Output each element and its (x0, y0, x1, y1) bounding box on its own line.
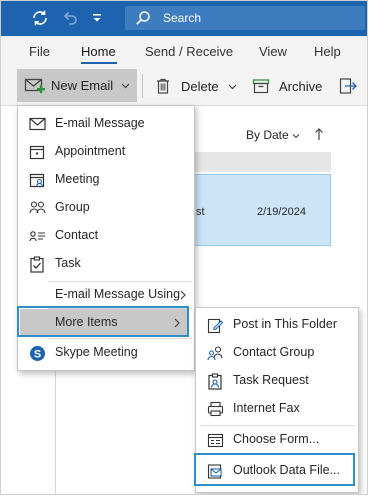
post-icon (206, 316, 224, 334)
group-icon (28, 199, 46, 217)
ribbon-tabs: File Home Send / Receive View Help (1, 36, 367, 67)
menu-item-label: Task (55, 256, 81, 270)
menu-item-contact-group[interactable]: Contact Group (196, 339, 358, 367)
menu-item-label: Internet Fax (233, 401, 300, 415)
menu-item-internet-fax[interactable]: Internet Fax (196, 395, 358, 423)
menu-item-post-in-folder[interactable]: Post in This Folder (196, 311, 358, 339)
contact-group-icon (206, 344, 224, 362)
new-email-label: New Email (51, 78, 114, 93)
mail-subject-fragment: st (196, 206, 205, 218)
menu-item-label: Contact (55, 228, 99, 242)
sort-by-date-button[interactable]: By Date (246, 128, 289, 142)
trash-icon (154, 77, 172, 95)
active-tab-indicator (81, 62, 117, 64)
archive-icon (252, 77, 270, 95)
menu-item-group[interactable]: Group (18, 194, 194, 222)
menu-item-label: Meeting (55, 172, 100, 186)
skype-icon: S (28, 344, 46, 362)
calendar-icon (28, 143, 46, 161)
meeting-icon (28, 171, 46, 189)
contact-card-icon (28, 227, 46, 245)
more-items-highlight (17, 306, 189, 337)
menu-item-label: Choose Form... (233, 432, 320, 446)
menu-item-label: E-mail Message Using (55, 287, 181, 301)
delete-label: Delete (181, 78, 219, 94)
title-bar: Search (1, 1, 367, 36)
menu-item-task[interactable]: Task (18, 250, 194, 278)
outlook-window: Search File Home Send / Receive View Hel… (0, 0, 368, 495)
mail-list-item[interactable]: st 2/19/2024 (191, 174, 331, 246)
archive-label: Archive (279, 78, 323, 94)
chevron-down-icon (228, 82, 237, 91)
menu-item-label: Contact Group (233, 345, 315, 359)
new-email-button[interactable]: New Email (17, 69, 137, 102)
menu-item-label: E-mail Message (55, 116, 145, 130)
chevron-down-icon (121, 81, 130, 90)
svg-text:S: S (33, 348, 40, 360)
move-button[interactable] (339, 75, 366, 97)
tab-help[interactable]: Help (314, 44, 341, 59)
search-placeholder: Search (163, 11, 202, 25)
chevron-right-icon (179, 289, 187, 301)
mail-date: 2/19/2024 (257, 206, 306, 218)
outlook-data-file-highlight (194, 453, 355, 486)
menu-item-task-request[interactable]: Task Request (196, 367, 358, 395)
tab-send-receive[interactable]: Send / Receive (145, 44, 233, 59)
mail-group-header (191, 152, 331, 172)
envelope-icon (28, 115, 46, 133)
menu-item-email-message[interactable]: E-mail Message (18, 110, 194, 138)
fax-icon (206, 400, 224, 418)
menu-item-label: Appointment (55, 144, 126, 158)
search-icon (135, 10, 151, 26)
menu-item-email-message-using[interactable]: E-mail Message Using (18, 281, 194, 309)
menu-item-choose-form[interactable]: Choose Form... (196, 426, 358, 454)
tab-view[interactable]: View (259, 44, 287, 59)
menu-item-skype-meeting[interactable]: S Skype Meeting (18, 339, 194, 367)
menu-item-label: Task Request (233, 373, 309, 387)
archive-button[interactable]: Archive (252, 75, 322, 97)
menu-item-label: Skype Meeting (55, 345, 138, 359)
task-clipboard-icon (28, 255, 46, 273)
quick-access-dropdown-icon[interactable] (89, 7, 105, 29)
sync-icon[interactable] (29, 7, 51, 29)
delete-button[interactable]: Delete (154, 75, 237, 97)
sort-direction-icon[interactable] (314, 127, 324, 141)
ribbon-toolbar: New Email Delete Archive (1, 67, 367, 106)
menu-item-label: Group (55, 200, 90, 214)
chevron-down-icon[interactable] (292, 132, 300, 140)
ribbon-divider (142, 74, 143, 98)
move-icon (339, 77, 357, 95)
menu-item-appointment[interactable]: Appointment (18, 138, 194, 166)
new-email-icon (24, 76, 46, 96)
task-request-icon (206, 372, 224, 390)
menu-item-meeting[interactable]: Meeting (18, 166, 194, 194)
tab-file[interactable]: File (29, 44, 50, 59)
undo-icon[interactable] (59, 7, 81, 29)
search-input[interactable]: Search (125, 6, 365, 30)
tab-home[interactable]: Home (81, 44, 116, 59)
form-icon (206, 431, 224, 449)
menu-item-contact[interactable]: Contact (18, 222, 194, 250)
menu-item-label: Post in This Folder (233, 317, 337, 331)
